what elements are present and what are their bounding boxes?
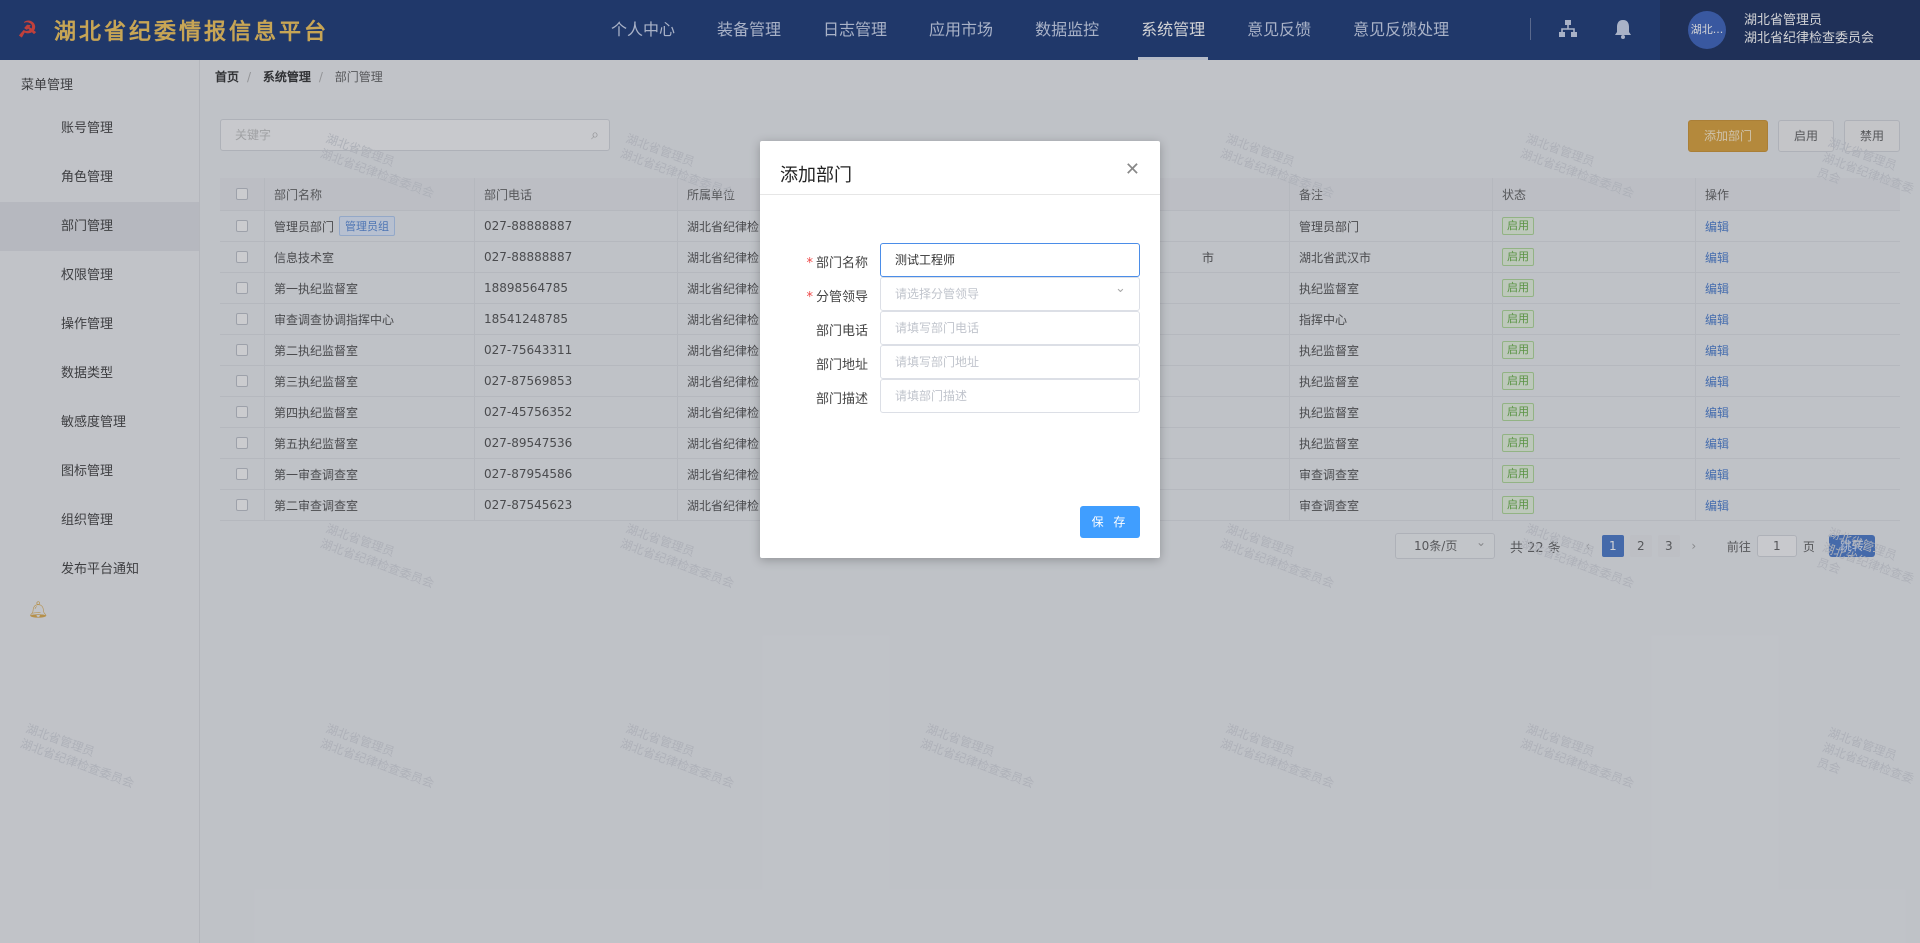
save-button[interactable]: 保 存 [1080,506,1140,538]
form-row-2: 部门电话 请填写部门电话 [760,311,1160,345]
required-asterisk: * [806,290,813,305]
field-label-text: 分管领导 [815,290,868,305]
field-label: 部门地址 [816,354,868,373]
field-label: * 部门名称 [806,252,868,271]
field-label-text: 部门名称 [815,256,868,271]
field-label-text: 部门描述 [815,392,868,407]
form-row-3: 部门地址 请填写部门地址 [760,345,1160,379]
chevron-down-icon[interactable]: ⌄ [1115,281,1126,296]
field-input-0[interactable]: 测试工程师 [880,243,1140,277]
add-department-dialog: 添加部门 ✕ * 部门名称 测试工程师 * 分管领导 请选择分管领导 ⌄ 部门电话 请填写部门电… [760,141,1160,558]
field-input-1[interactable]: 请选择分管领导 [880,277,1140,311]
form-row-1: * 分管领导 请选择分管领导 ⌄ [760,277,1160,311]
field-input-3[interactable]: 请填写部门地址 [880,345,1140,379]
form-row-0: * 部门名称 测试工程师 [760,243,1160,277]
field-label-text: 部门电话 [815,324,868,339]
close-icon[interactable]: ✕ [1125,159,1140,180]
field-input-4[interactable]: 请填部门描述 [880,379,1140,413]
dialog-title: 添加部门 [780,165,852,186]
field-input-2[interactable]: 请填写部门电话 [880,311,1140,345]
field-label: 部门电话 [816,320,868,339]
field-label: 部门描述 [816,388,868,407]
field-label: * 分管领导 [806,286,868,305]
required-asterisk: * [806,256,813,271]
form-row-4: 部门描述 请填部门描述 [760,379,1160,413]
field-label-text: 部门地址 [815,358,868,373]
